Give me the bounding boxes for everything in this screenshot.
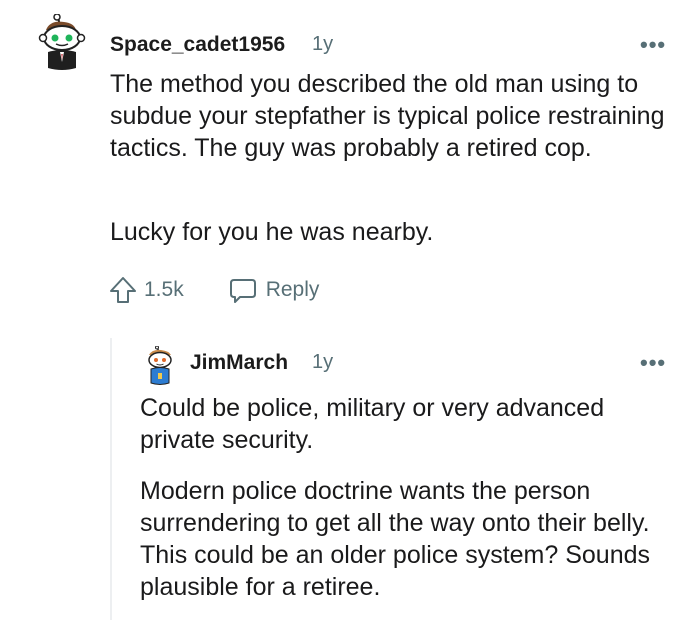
comment-age: 1y [312, 351, 334, 373]
comment-body-paragraph: Could be police, military or very advanc… [140, 394, 605, 454]
upvote-button[interactable]: 1.5k [108, 275, 184, 305]
comment-username[interactable]: Space_cadet1956 [110, 33, 285, 57]
snoo-avatar-green-eyes-icon [38, 13, 86, 70]
reply-label: Reply [265, 278, 320, 301]
thread-line[interactable] [110, 338, 112, 620]
avatar-space-cadet[interactable] [34, 13, 90, 72]
avatar-jimmarch[interactable] [144, 345, 176, 386]
reply-button[interactable]: Reply [228, 275, 320, 305]
comment-body-paragraph: Lucky for you he was nearby. [110, 218, 434, 246]
vote-count: 1.5k [144, 278, 184, 301]
speech-bubble-icon [229, 279, 256, 303]
comment-age: 1y [312, 33, 334, 55]
snoo-avatar-blue-icon [148, 345, 172, 385]
upvote-arrow-icon [110, 277, 136, 303]
comment-actions: 1.5k Reply [108, 275, 319, 305]
comment-username[interactable]: JimMarch [190, 351, 288, 375]
overflow-menu-icon[interactable]: ••• [640, 352, 666, 374]
comment-body-paragraph: The method you described the old man usi… [110, 70, 665, 162]
overflow-menu-icon[interactable]: ••• [640, 34, 666, 56]
comment-body-paragraph: Modern police doctrine wants the person … [140, 477, 651, 601]
